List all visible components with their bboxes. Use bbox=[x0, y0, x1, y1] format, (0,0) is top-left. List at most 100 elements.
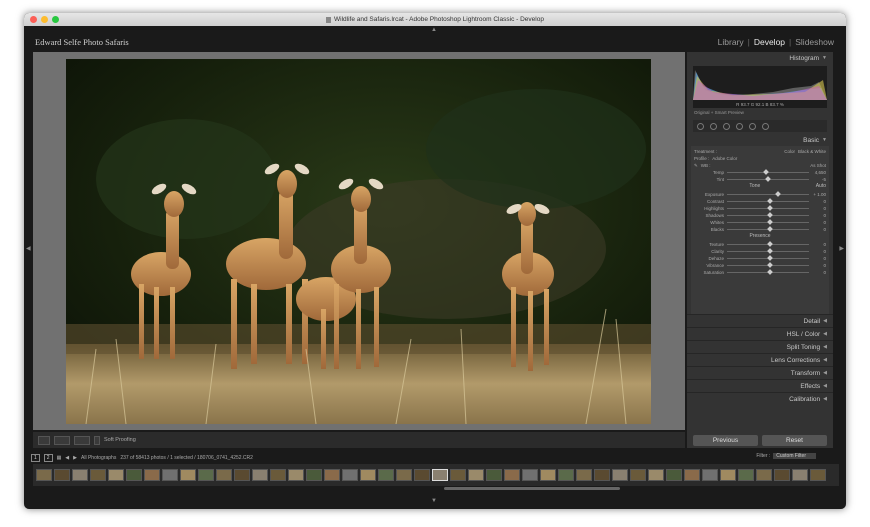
filmstrip-thumbnail[interactable] bbox=[126, 469, 142, 481]
filmstrip-thumbnail[interactable] bbox=[486, 469, 502, 481]
filmstrip-thumbnail[interactable] bbox=[216, 469, 232, 481]
filmstrip-thumbnail[interactable] bbox=[468, 469, 484, 481]
filmstrip-thumbnail[interactable] bbox=[360, 469, 376, 481]
filmstrip-thumbnail[interactable] bbox=[414, 469, 430, 481]
source-label[interactable]: All Photographs bbox=[81, 455, 116, 461]
panel-header[interactable]: Detail ◀ bbox=[687, 314, 833, 327]
filmstrip-thumbnail[interactable] bbox=[270, 469, 286, 481]
filmstrip-thumbnail[interactable] bbox=[774, 469, 790, 481]
filmstrip-thumbnail[interactable] bbox=[612, 469, 628, 481]
profile-select[interactable]: Adobe Color bbox=[712, 156, 737, 161]
soft-proofing-checkbox[interactable] bbox=[94, 435, 100, 445]
top-panel-toggle-icon[interactable]: ▲ bbox=[431, 27, 437, 33]
spot-removal-icon[interactable] bbox=[710, 122, 717, 130]
window-1-button[interactable]: 1 bbox=[31, 453, 40, 462]
slider-value[interactable]: 0 bbox=[812, 213, 826, 218]
compare-button[interactable] bbox=[74, 435, 90, 445]
filmstrip-thumbnail[interactable] bbox=[594, 469, 610, 481]
panel-header[interactable]: Transform ◀ bbox=[687, 366, 833, 379]
filmstrip-thumbnail[interactable] bbox=[792, 469, 808, 481]
filmstrip-thumbnail[interactable] bbox=[810, 469, 826, 481]
slider-handle[interactable] bbox=[767, 262, 773, 268]
left-panel-toggle-icon[interactable]: ◀ bbox=[26, 245, 31, 252]
slider-value[interactable]: 0 bbox=[812, 227, 826, 232]
slider-track[interactable] bbox=[727, 269, 809, 275]
slider-handle[interactable] bbox=[763, 169, 769, 175]
slider-value[interactable]: 0 bbox=[812, 242, 826, 247]
panel-header[interactable]: HSL / Color ◀ bbox=[687, 327, 833, 340]
slider-track[interactable] bbox=[727, 176, 809, 182]
basic-header[interactable]: Basic ▼ bbox=[687, 134, 833, 146]
module-develop[interactable]: Develop bbox=[754, 37, 785, 47]
slider-value[interactable]: 4,650 bbox=[812, 170, 826, 175]
filmstrip-thumbnail[interactable] bbox=[450, 469, 466, 481]
slider-handle[interactable] bbox=[767, 226, 773, 232]
tone-auto-button[interactable]: Auto bbox=[816, 183, 826, 189]
treatment-bw-button[interactable]: Black & White bbox=[798, 149, 826, 154]
slider-value[interactable]: 0 bbox=[812, 206, 826, 211]
filmstrip-thumbnail[interactable] bbox=[558, 469, 574, 481]
right-panel-toggle-icon[interactable]: ▶ bbox=[839, 245, 844, 252]
filmstrip-thumbnail[interactable] bbox=[54, 469, 70, 481]
filmstrip-thumbnail[interactable] bbox=[108, 469, 124, 481]
panel-header[interactable]: Calibration ◀ bbox=[687, 392, 833, 405]
minimize-window-button[interactable] bbox=[41, 16, 48, 23]
slider-handle[interactable] bbox=[767, 205, 773, 211]
close-window-button[interactable] bbox=[30, 16, 37, 23]
slider-track[interactable] bbox=[727, 255, 809, 261]
slider-track[interactable] bbox=[727, 169, 809, 175]
filmstrip-thumbnail[interactable] bbox=[252, 469, 268, 481]
slider-value[interactable]: 0 bbox=[812, 256, 826, 261]
filmstrip-thumbnail[interactable] bbox=[756, 469, 772, 481]
slider-handle[interactable] bbox=[767, 198, 773, 204]
slider-track[interactable] bbox=[727, 262, 809, 268]
window-2-button[interactable]: 2 bbox=[43, 453, 53, 462]
slider-track[interactable] bbox=[727, 241, 809, 247]
loupe-view-button[interactable] bbox=[38, 435, 50, 445]
back-arrow-icon[interactable]: ◀ bbox=[65, 455, 69, 461]
image-viewer[interactable] bbox=[33, 52, 685, 430]
slider-value[interactable]: 0 bbox=[812, 220, 826, 225]
filmstrip-thumbnail[interactable] bbox=[144, 469, 160, 481]
filmstrip-thumbnail[interactable] bbox=[288, 469, 304, 481]
filmstrip-thumbnail[interactable] bbox=[198, 469, 214, 481]
white-balance-selector-icon[interactable]: ✎ bbox=[694, 163, 698, 169]
wb-select[interactable]: As Shot bbox=[810, 163, 826, 168]
module-library[interactable]: Library bbox=[718, 37, 744, 47]
slider-track[interactable] bbox=[727, 219, 809, 225]
filmstrip-thumbnail[interactable] bbox=[396, 469, 412, 481]
filmstrip-thumbnail[interactable] bbox=[522, 469, 538, 481]
filter-select[interactable]: Custom Filter bbox=[773, 453, 816, 459]
filmstrip-thumbnail[interactable] bbox=[684, 469, 700, 481]
maximize-window-button[interactable] bbox=[52, 16, 59, 23]
filmstrip-thumbnail[interactable] bbox=[432, 469, 448, 481]
slider-track[interactable] bbox=[727, 248, 809, 254]
filmstrip-thumbnail[interactable] bbox=[540, 469, 556, 481]
panel-header[interactable]: Lens Corrections ◀ bbox=[687, 353, 833, 366]
grid-icon[interactable]: ▦ bbox=[57, 455, 62, 461]
slider-value[interactable]: 0 bbox=[812, 270, 826, 275]
slider-track[interactable] bbox=[727, 198, 809, 204]
slider-handle[interactable] bbox=[767, 269, 773, 275]
slider-handle[interactable] bbox=[767, 219, 773, 225]
reset-button[interactable]: Reset bbox=[762, 435, 827, 446]
slider-track[interactable] bbox=[727, 205, 809, 211]
slider-handle[interactable] bbox=[767, 255, 773, 261]
filmstrip-thumbnail[interactable] bbox=[630, 469, 646, 481]
filmstrip-thumbnail[interactable] bbox=[702, 469, 718, 481]
adjustment-brush-icon[interactable] bbox=[762, 122, 769, 130]
filmstrip-thumbnail[interactable] bbox=[720, 469, 736, 481]
bottom-panel-toggle-icon[interactable]: ▼ bbox=[431, 498, 437, 504]
slider-value[interactable]: -5 bbox=[812, 177, 826, 182]
slider-value[interactable]: 0 bbox=[812, 199, 826, 204]
slider-track[interactable] bbox=[727, 212, 809, 218]
filmstrip-thumbnail[interactable] bbox=[162, 469, 178, 481]
slider-track[interactable] bbox=[727, 226, 809, 232]
filmstrip-scrollbar[interactable] bbox=[444, 487, 620, 490]
forward-arrow-icon[interactable]: ▶ bbox=[73, 455, 77, 461]
before-after-button[interactable] bbox=[54, 435, 70, 445]
red-eye-icon[interactable] bbox=[723, 122, 730, 130]
histogram-header[interactable]: Histogram ▼ bbox=[687, 52, 833, 64]
filmstrip-thumbnail[interactable] bbox=[378, 469, 394, 481]
radial-filter-icon[interactable] bbox=[749, 122, 756, 130]
